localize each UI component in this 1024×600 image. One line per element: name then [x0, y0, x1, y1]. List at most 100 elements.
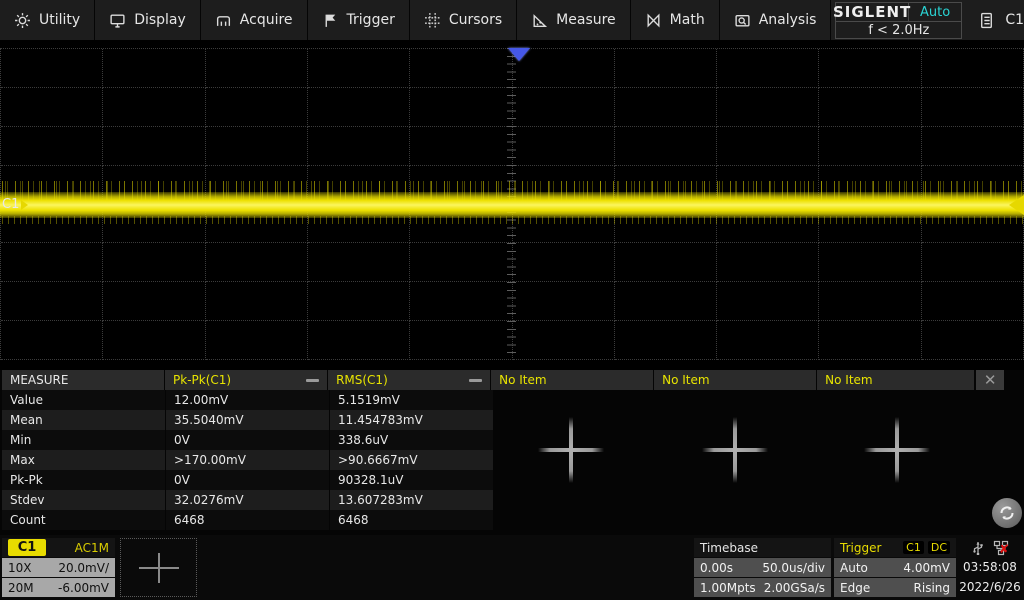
graticule-cell	[1, 88, 103, 127]
measure-col-empty-1[interactable]: No Item	[491, 370, 653, 390]
graticule-cell	[717, 127, 819, 166]
remove-measure-icon[interactable]	[306, 379, 319, 382]
menu-acquire[interactable]: Acquire	[201, 0, 308, 40]
measure-col-rms[interactable]: RMS(C1)	[328, 370, 490, 390]
graticule-cell	[615, 282, 717, 321]
c1-vertical-scale: 20.0mV/	[58, 561, 109, 575]
measure-row-min: Min 0V 338.6uV	[2, 430, 1004, 450]
trigger-level: 4.00mV	[903, 561, 950, 575]
plus-icon	[158, 553, 160, 583]
graticule-cell	[819, 321, 921, 360]
add-measure-icon[interactable]	[702, 417, 768, 483]
graticule-cell	[819, 49, 921, 88]
graticule-cell	[513, 282, 615, 321]
oscilloscope-screen: Utility Display Acquire Trigger Cursors …	[0, 0, 1024, 600]
graticule-cell	[206, 88, 308, 127]
siglent-logo: SIGLENT	[836, 3, 908, 21]
graticule-cell	[717, 282, 819, 321]
add-channel-button[interactable]	[120, 538, 197, 597]
graticule-cell	[308, 49, 410, 88]
menu-measure-label: Measure	[556, 12, 616, 28]
trigger-title: Trigger	[840, 541, 881, 555]
menu-trigger[interactable]: Trigger	[308, 0, 410, 40]
c1-offset-marker[interactable]: C1	[2, 197, 28, 212]
channel-descriptor-c1[interactable]: C1 AC1M 10X 20.0mV/ 20M -6.00mV	[2, 538, 115, 597]
c1-trace	[0, 192, 1024, 218]
bottom-status-bar: C1 AC1M 10X 20.0mV/ 20M -6.00mV Timebase…	[0, 535, 1024, 600]
graticule-cell	[615, 49, 717, 88]
menu-measure[interactable]: Measure	[517, 0, 631, 40]
trigger-coupling-badge: DC	[928, 541, 950, 554]
c1-bandwidth-limit: 20M	[8, 581, 34, 595]
measure-row-stdev: Stdev 32.0276mV 13.607283mV	[2, 490, 1004, 510]
graticule-cell	[717, 88, 819, 127]
measure-table: MEASURE Pk-Pk(C1) RMS(C1) No Item No Ite…	[2, 370, 1004, 530]
measure-row-count: Count 6468 6468	[2, 510, 1004, 530]
menu-cursors[interactable]: Cursors	[410, 0, 517, 40]
graticule-cell	[922, 243, 1024, 282]
c1-offset-arrow-icon	[21, 200, 28, 210]
graticule-cell	[819, 282, 921, 321]
measure-row-value: Value 12.00mV 5.1519mV	[2, 390, 1004, 410]
menu-utility[interactable]: Utility	[0, 0, 95, 40]
bowtie-icon	[645, 12, 662, 29]
menu-analysis[interactable]: Analysis	[720, 0, 832, 40]
graticule-cell	[615, 321, 717, 360]
menu-math[interactable]: Math	[631, 0, 720, 40]
trigger-position-marker[interactable]	[508, 48, 530, 61]
graticule-cell	[103, 243, 205, 282]
timebase-delay: 0.00s	[700, 561, 733, 575]
graticule-cell	[410, 243, 512, 282]
trigger-level-marker[interactable]	[1009, 195, 1024, 215]
refresh-icon	[997, 503, 1017, 523]
graticule-cell	[410, 88, 512, 127]
graticule-cell	[1, 282, 103, 321]
measure-row-mean: Mean 35.5040mV 11.454783mV	[2, 410, 1004, 430]
graticule-cell	[819, 127, 921, 166]
system-time: 03:58:08	[958, 558, 1022, 577]
measure-col-pkpk[interactable]: Pk-Pk(C1)	[165, 370, 327, 390]
graticule-cell	[513, 321, 615, 360]
timebase-scale: 50.0us/div	[762, 561, 825, 575]
graticule-cell	[206, 243, 308, 282]
graticule-cell	[717, 321, 819, 360]
measure-col-empty-2[interactable]: No Item	[654, 370, 816, 390]
measure-row-max: Max >170.00mV >90.6667mV	[2, 450, 1004, 470]
graticule-cell	[103, 321, 205, 360]
c1-badge[interactable]: C1	[8, 539, 46, 556]
active-channel-menu[interactable]: C1	[1005, 12, 1024, 28]
close-measure-icon[interactable]: ✕	[976, 370, 1004, 390]
graticule-cell	[308, 321, 410, 360]
lan-disconnected-icon: ✘	[999, 542, 1009, 556]
graticule-cell	[615, 127, 717, 166]
remove-measure-icon[interactable]	[469, 379, 482, 382]
magnifier-folder-icon	[734, 12, 751, 29]
graticule-cell	[513, 127, 615, 166]
trigger-descriptor[interactable]: Trigger C1 DC Auto 4.00mV Edge Rising	[834, 538, 956, 597]
graticule-cell	[206, 282, 308, 321]
ruler-triangle-icon	[531, 12, 548, 29]
graticule-cell	[308, 88, 410, 127]
graticule-cell	[922, 88, 1024, 127]
cursors-grid-icon	[424, 12, 441, 29]
c1-offset-value: -6.00mV	[58, 581, 109, 595]
measure-col-empty-3[interactable]: No Item	[817, 370, 974, 390]
graticule-cell	[513, 243, 615, 282]
graticule-cell	[308, 127, 410, 166]
measure-title: MEASURE	[2, 370, 164, 390]
graticule-cell	[103, 127, 205, 166]
monitor-icon	[109, 12, 126, 29]
add-measure-icon[interactable]	[538, 417, 604, 483]
timebase-descriptor[interactable]: Timebase 0.00s 50.0us/div 1.00Mpts 2.00G…	[694, 538, 831, 597]
reset-statistics-button[interactable]	[992, 498, 1022, 528]
waveform-display[interactable]: C1	[0, 40, 1024, 370]
acquisition-status-box[interactable]: SIGLENT Auto f < 2.0Hz	[835, 2, 962, 39]
sample-rate: 2.00GSa/s	[764, 581, 825, 595]
timebase-title: Timebase	[700, 541, 758, 555]
add-measure-icon[interactable]	[864, 417, 930, 483]
c1-trace-noise-lower	[0, 216, 1024, 224]
measure-header-row: MEASURE Pk-Pk(C1) RMS(C1) No Item No Ite…	[2, 370, 1004, 390]
graticule-cell	[513, 88, 615, 127]
menu-display[interactable]: Display	[95, 0, 201, 40]
graticule-cell	[103, 282, 205, 321]
